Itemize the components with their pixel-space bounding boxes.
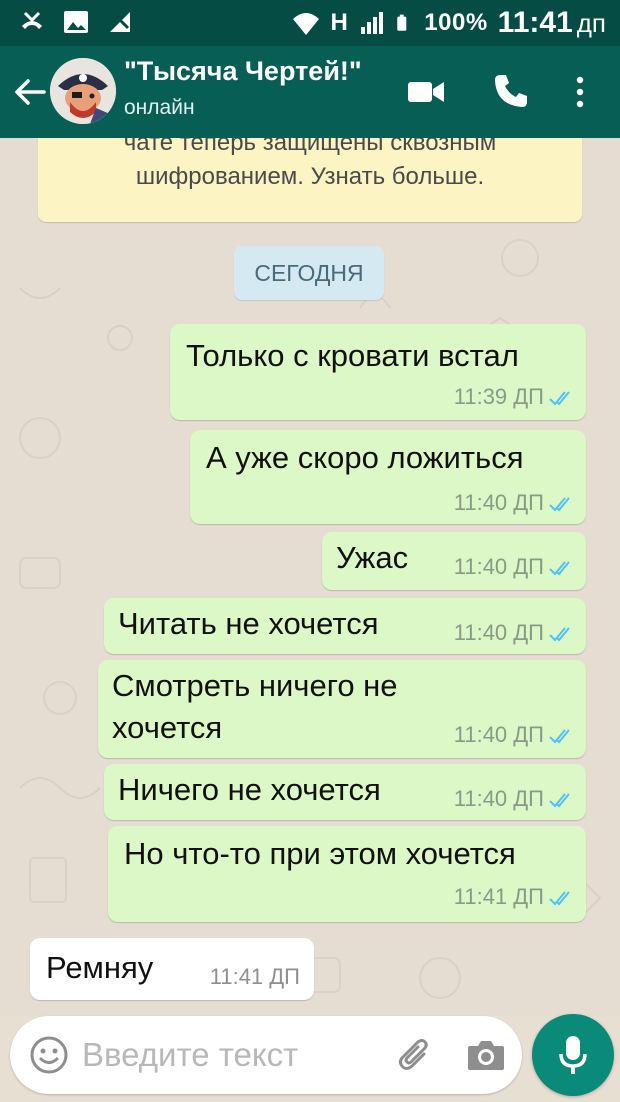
chat-header: "Тысяча Чертей!" онлайн	[0, 46, 620, 138]
message-text: Но что-то при этом хочется	[124, 836, 516, 871]
message-bubble-incoming[interactable]: Ремняу 11:41 ДП	[30, 938, 314, 1000]
gallery-icon	[64, 11, 88, 33]
message-time: 11:40 ДП	[453, 620, 544, 645]
video-call-icon[interactable]	[406, 74, 446, 110]
composer	[10, 1016, 522, 1094]
read-ticks-icon	[549, 497, 570, 512]
read-ticks-icon	[549, 627, 570, 642]
message-time: 11:40 ДП	[453, 554, 544, 579]
message-text: Ужас	[336, 540, 409, 575]
message-time: 11:40 ДП	[453, 490, 544, 515]
message-bubble[interactable]: Ужас 11:40 ДП	[322, 532, 586, 590]
network-type: H	[330, 9, 349, 36]
status-bar: H 100% 11:41 дп	[0, 0, 620, 46]
back-arrow-icon[interactable]	[10, 72, 50, 112]
message-input[interactable]	[82, 1032, 372, 1078]
message-bubble[interactable]: Смотреть ничего не хочется 11:40 ДП	[98, 660, 586, 758]
read-ticks-icon	[549, 391, 570, 406]
mic-button[interactable]	[532, 1014, 614, 1096]
date-divider: СЕГОДНЯ	[234, 246, 384, 300]
read-ticks-icon	[549, 793, 570, 808]
attach-icon[interactable]	[394, 1034, 436, 1076]
avatar[interactable]	[50, 58, 116, 124]
more-vert-icon[interactable]	[570, 74, 590, 110]
message-bubble[interactable]: А уже скоро ложиться 11:40 ДП	[190, 430, 586, 524]
mic-icon	[559, 1036, 587, 1074]
message-bubble[interactable]: Ничего не хочется 11:40 ДП	[104, 764, 586, 820]
read-ticks-icon	[549, 891, 570, 906]
chat-area[interactable]: чате теперь защищены сквозным шифрование…	[0, 138, 620, 1016]
message-bubble[interactable]: Только с кровати встал 11:39 ДП	[170, 324, 586, 420]
chat-status: онлайн	[124, 96, 195, 119]
battery-icon	[397, 14, 407, 31]
missed-call-icon	[22, 11, 42, 29]
emoji-icon[interactable]	[28, 1034, 70, 1076]
camera-icon[interactable]	[464, 1034, 508, 1076]
clock: 11:41 дп	[497, 6, 606, 39]
message-text: А уже скоро ложиться	[206, 440, 524, 475]
message-text: Только с кровати встал	[186, 338, 519, 373]
message-text: Смотреть ничего не	[112, 668, 398, 703]
encryption-line-2: шифрованием. Узнать больше.	[135, 163, 485, 190]
message-text: Читать не хочется	[118, 606, 379, 641]
message-time: 11:41 ДП	[209, 964, 300, 989]
message-time: 11:41 ДП	[453, 884, 544, 909]
message-text-line-2: хочется	[112, 710, 223, 745]
phone-icon[interactable]	[492, 72, 530, 110]
wifi-icon	[293, 13, 320, 35]
message-bubble[interactable]: Читать не хочется 11:40 ДП	[104, 598, 586, 654]
chat-title[interactable]: "Тысяча Чертей!"	[124, 56, 362, 87]
message-bubble[interactable]: Но что-то при этом хочется 11:41 ДП	[108, 826, 586, 922]
message-time: 11:40 ДП	[453, 786, 544, 811]
signal-off-icon	[110, 10, 130, 32]
read-ticks-icon	[549, 729, 570, 744]
message-time: 11:40 ДП	[453, 722, 544, 747]
cell-signal-icon	[361, 12, 384, 34]
message-text: Ничего не хочется	[118, 772, 381, 807]
encryption-line-1: чате теперь защищены сквозным	[123, 138, 497, 156]
battery-percent: 100%	[424, 9, 488, 36]
message-text: Ремняу	[46, 950, 154, 985]
read-ticks-icon	[549, 561, 570, 576]
message-time: 11:39 ДП	[453, 384, 544, 409]
